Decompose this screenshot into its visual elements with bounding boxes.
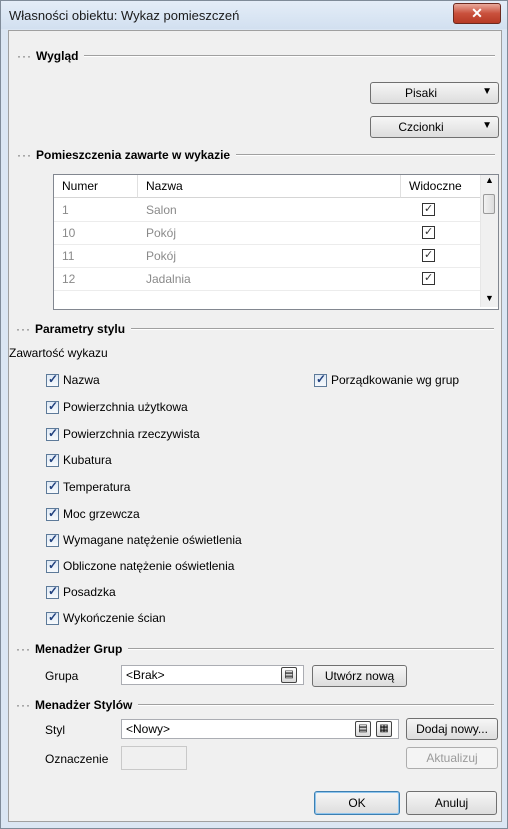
section-menadzer-stylow: ··· Menadżer Stylów — [16, 697, 494, 713]
create-group-button[interactable]: Utwórz nową — [312, 665, 407, 687]
option-label: Wymagane natężenie oświetlenia — [63, 533, 242, 547]
cell-numer: 11 — [62, 249, 75, 263]
section-wyglad: ··· Wygląd — [17, 48, 495, 64]
styl-label: Styl — [45, 723, 66, 737]
option-label: Nazwa — [63, 373, 100, 387]
grupa-field[interactable]: <Brak> — [121, 665, 304, 685]
option-powierzchnia-uzytkowa[interactable]: Powierzchnia użytkowa — [46, 399, 188, 414]
option-nazwa[interactable]: Nazwa — [46, 372, 100, 387]
table-row[interactable]: 11 Pokój — [54, 244, 486, 268]
option-label: Powierzchnia użytkowa — [63, 400, 188, 414]
section-pomieszczenia: ··· Pomieszczenia zawarte w wykazie — [17, 147, 495, 163]
oznaczenie-label: Oznaczenie — [45, 752, 109, 766]
option-powierzchnia-rzeczywista[interactable]: Powierzchnia rzeczywista — [46, 426, 200, 441]
zawartosc-label: Zawartość wykazu — [9, 346, 108, 360]
option-label: Porządkowanie wg grup — [331, 373, 460, 387]
column-header-widoczne[interactable]: Widoczne — [401, 175, 486, 198]
option-obliczone-natezenie[interactable]: Obliczone natężenie oświetlenia — [46, 558, 235, 573]
option-label: Temperatura — [63, 480, 131, 494]
option-label: Moc grzewcza — [63, 507, 140, 521]
option-label: Obliczone natężenie oświetlenia — [63, 559, 235, 573]
option-label: Wykończenie ścian — [63, 611, 166, 625]
option-label: Kubatura — [63, 453, 112, 467]
oznaczenie-field[interactable] — [121, 746, 187, 770]
update-button[interactable]: Aktualizuj — [406, 747, 498, 769]
document-edit-icon[interactable]: ▤ — [281, 667, 297, 683]
scrollbar-thumb[interactable] — [483, 194, 495, 214]
checkbox[interactable] — [46, 372, 59, 387]
option-kubatura[interactable]: Kubatura — [46, 452, 112, 467]
checkbox[interactable] — [46, 506, 59, 521]
czcionki-dropdown[interactable]: Czcionki ▼ — [370, 116, 499, 138]
cell-numer: 12 — [62, 272, 76, 286]
properties-dialog: Własności obiektu: Wykaz pomieszczeń ✕ ·… — [0, 0, 508, 829]
checkbox[interactable] — [46, 558, 59, 573]
pisaki-label: Pisaki — [404, 86, 437, 100]
visible-checkbox[interactable] — [422, 202, 435, 216]
close-button[interactable]: ✕ — [453, 3, 501, 24]
cancel-button[interactable]: Anuluj — [406, 791, 497, 815]
visible-checkbox[interactable] — [422, 248, 435, 262]
rooms-table: Numer Nazwa Widoczne 1 Salon 10 Pokój 11… — [53, 174, 499, 310]
scroll-down-icon[interactable]: ▼ — [485, 293, 494, 303]
section-parametry: ··· Parametry stylu — [16, 321, 494, 337]
cell-numer: 10 — [62, 226, 76, 240]
cell-nazwa: Salon — [146, 203, 177, 217]
checkbox[interactable] — [46, 399, 59, 414]
table-scrollbar[interactable]: ▲ ▼ — [480, 175, 498, 307]
option-label: Posadzka — [63, 585, 116, 599]
column-header-nazwa[interactable]: Nazwa — [138, 175, 401, 198]
option-moc-grzewcza[interactable]: Moc grzewcza — [46, 506, 140, 521]
checkbox[interactable] — [314, 372, 327, 387]
add-style-button[interactable]: Dodaj nowy... — [406, 718, 498, 740]
cell-nazwa: Jadalnia — [146, 272, 191, 286]
grupa-label: Grupa — [45, 669, 79, 683]
option-wymagane-natezenie[interactable]: Wymagane natężenie oświetlenia — [46, 532, 242, 547]
section-menadzer-grup: ··· Menadżer Grup — [16, 641, 494, 657]
czcionki-label: Czcionki — [398, 120, 444, 134]
table-row[interactable]: 1 Salon — [54, 198, 486, 222]
option-temperatura[interactable]: Temperatura — [46, 479, 131, 494]
option-label: Powierzchnia rzeczywista — [63, 427, 200, 441]
dropdown-arrow-icon: ▼ — [482, 120, 492, 131]
section-title-menadzer-grup: Menadżer Grup — [35, 642, 123, 656]
checkbox[interactable] — [46, 426, 59, 441]
visible-checkbox[interactable] — [422, 225, 435, 239]
document-edit-icon[interactable]: ▤ — [355, 721, 371, 737]
section-title-pomieszczenia: Pomieszczenia zawarte w wykazie — [36, 148, 231, 162]
dropdown-arrow-icon: ▼ — [482, 86, 492, 97]
checkbox[interactable] — [46, 532, 59, 547]
cell-numer: 1 — [62, 203, 69, 217]
cell-nazwa: Pokój — [146, 249, 177, 263]
option-porzadkowanie[interactable]: Porządkowanie wg grup — [314, 372, 460, 387]
section-title-parametry: Parametry stylu — [35, 322, 126, 336]
table-row[interactable]: 10 Pokój — [54, 221, 486, 245]
dialog-title: Własności obiektu: Wykaz pomieszczeń — [9, 8, 240, 23]
section-title-wyglad: Wygląd — [36, 49, 79, 63]
option-posadzka[interactable]: Posadzka — [46, 584, 116, 599]
checkbox[interactable] — [46, 610, 59, 625]
checkbox[interactable] — [46, 584, 59, 599]
visible-checkbox[interactable] — [422, 271, 435, 285]
table-row[interactable]: 12 Jadalnia — [54, 267, 486, 291]
close-icon: ✕ — [471, 5, 483, 21]
pisaki-dropdown[interactable]: Pisaki ▼ — [370, 82, 499, 104]
option-wykonczenie-scian[interactable]: Wykończenie ścian — [46, 610, 166, 625]
checkbox[interactable] — [46, 452, 59, 467]
checkbox[interactable] — [46, 479, 59, 494]
cell-nazwa: Pokój — [146, 226, 177, 240]
ok-button[interactable]: OK — [314, 791, 400, 815]
scroll-up-icon[interactable]: ▲ — [485, 175, 494, 185]
title-bar[interactable]: Własności obiektu: Wykaz pomieszczeń ✕ — [1, 1, 507, 29]
column-header-numer[interactable]: Numer — [54, 175, 138, 198]
document-list-icon[interactable]: ▦ — [376, 721, 392, 737]
section-title-menadzer-stylow: Menadżer Stylów — [35, 698, 133, 712]
